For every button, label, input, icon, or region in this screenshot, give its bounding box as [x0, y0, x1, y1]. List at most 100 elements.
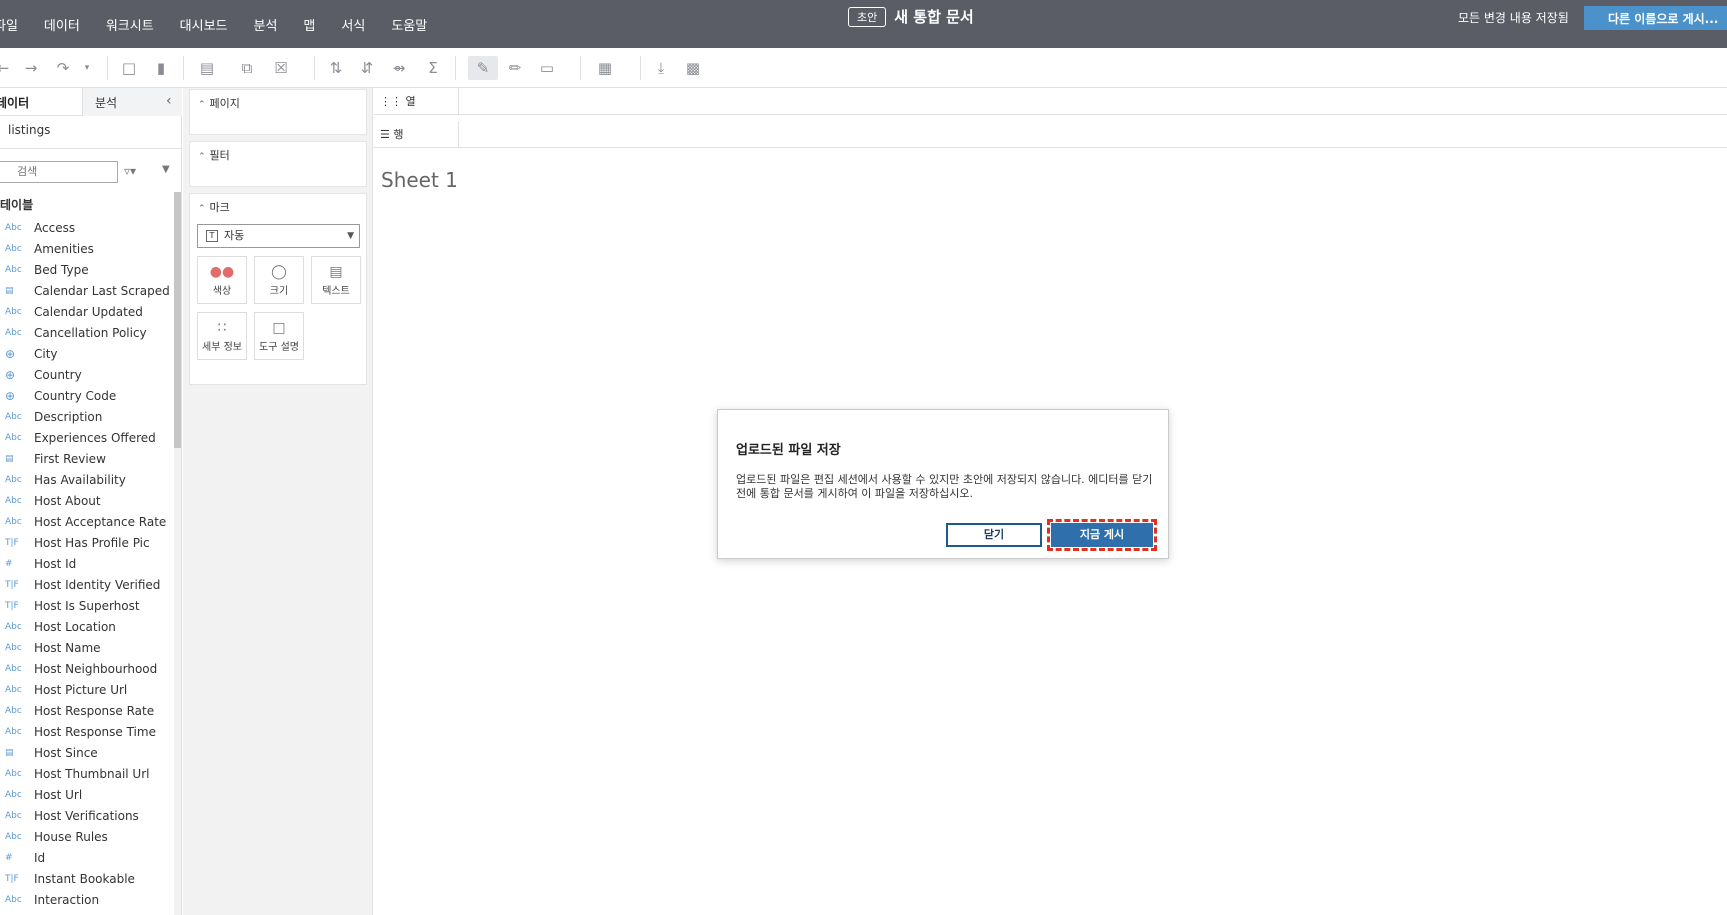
show-me-icon[interactable]: ▦: [596, 60, 614, 76]
field-item[interactable]: Abc Host Url: [0, 784, 172, 805]
mark-detail-button[interactable]: ∷ 세부 정보: [197, 312, 247, 360]
menu-help[interactable]: 도움말: [378, 15, 440, 34]
field-item[interactable]: T|F Instant Bookable: [0, 868, 172, 889]
annotate-icon[interactable]: ✏: [506, 60, 524, 76]
field-item[interactable]: Abc Host Response Time: [0, 721, 172, 742]
field-item[interactable]: Abc Bed Type: [0, 259, 172, 280]
field-item[interactable]: T|F Host Is Superhost: [0, 595, 172, 616]
toolbar-separator: [107, 56, 108, 80]
duplicate-sheet-icon[interactable]: ⧉: [238, 60, 256, 76]
field-item[interactable]: Abc Has Availability: [0, 469, 172, 490]
field-item[interactable]: Abc Description: [0, 406, 172, 427]
datasource-name[interactable]: listings: [8, 123, 50, 137]
field-item[interactable]: Abc Host Verifications: [0, 805, 172, 826]
field-item[interactable]: Abc Host Neighbourhood: [0, 658, 172, 679]
mark-text-label: 텍스트: [322, 286, 350, 297]
field-item[interactable]: Abc Calendar Updated: [0, 301, 172, 322]
mark-type-select[interactable]: T 자동 ▼: [197, 224, 360, 248]
document-title[interactable]: 새 통합 문서: [894, 6, 973, 27]
new-datasource-icon[interactable]: □: [120, 60, 138, 76]
globe-icon: ⊕: [5, 346, 16, 361]
menu-dashboard[interactable]: 대시보드: [167, 15, 241, 34]
highlight-icon[interactable]: ✎: [468, 56, 498, 80]
sort-descending-icon[interactable]: ⇴: [390, 60, 408, 76]
new-worksheet-icon[interactable]: ▤: [198, 60, 216, 76]
field-item[interactable]: Abc Host Thumbnail Url: [0, 763, 172, 784]
field-item[interactable]: Abc Host Response Rate: [0, 700, 172, 721]
chevron-up-icon[interactable]: ⌃: [198, 204, 206, 214]
filters-title: 필터: [209, 149, 230, 162]
mark-color-button[interactable]: ●● 색상: [197, 256, 247, 304]
close-button[interactable]: 닫기: [946, 523, 1042, 547]
publish-as-button[interactable]: 다른 이름으로 게시...: [1584, 6, 1727, 30]
field-name: Host Name: [34, 640, 101, 655]
mark-size-button[interactable]: ◯ 크기: [254, 256, 304, 304]
field-name: Bed Type: [34, 262, 89, 277]
pause-updates-icon[interactable]: ▮: [152, 60, 170, 76]
collapse-pane-icon[interactable]: ‹: [166, 93, 172, 109]
mark-color-label: 색상: [212, 286, 232, 297]
menu-data[interactable]: 데이터: [31, 15, 93, 34]
undo-icon[interactable]: ←: [0, 60, 12, 76]
field-item[interactable]: ▤ Host Since: [0, 742, 172, 763]
field-type-icon: Abc: [5, 705, 22, 716]
field-item[interactable]: Abc Experiences Offered: [0, 427, 172, 448]
menu-worksheet[interactable]: 워크시트: [93, 15, 167, 34]
field-item[interactable]: T|F Host Identity Verified: [0, 574, 172, 595]
menu-map[interactable]: 맵: [290, 15, 328, 34]
swap-icon[interactable]: ⇅: [327, 60, 345, 76]
sheet-title[interactable]: Sheet 1: [381, 168, 458, 192]
chevron-up-icon[interactable]: ⌃: [198, 100, 206, 110]
field-item[interactable]: Abc Access: [0, 217, 172, 238]
field-item[interactable]: Abc Host Name: [0, 637, 172, 658]
publish-now-button[interactable]: 지금 게시: [1047, 519, 1157, 551]
field-type-icon: Abc: [5, 810, 22, 821]
field-item[interactable]: Abc Interaction: [0, 889, 172, 910]
rows-drop-zone[interactable]: [458, 121, 1727, 148]
filters-card[interactable]: ⌃ 필터: [189, 141, 367, 187]
clear-sheet-icon[interactable]: ☒: [272, 60, 290, 76]
field-name: Host Location: [34, 619, 116, 634]
field-item[interactable]: Abc Amenities: [0, 238, 172, 259]
chevron-down-icon[interactable]: ▼: [162, 164, 170, 175]
field-item[interactable]: ⊕ City: [0, 343, 172, 364]
chevron-down-icon[interactable]: ▾: [78, 60, 96, 76]
fit-icon[interactable]: ▭: [538, 60, 556, 76]
filter-icon[interactable]: ▿▾: [124, 164, 136, 178]
menu-format[interactable]: 서식: [328, 15, 378, 34]
field-item[interactable]: ⊕ Country Code: [0, 385, 172, 406]
data-pane-tabs: 데이터 분석 ‹: [0, 88, 182, 116]
field-item[interactable]: Abc Cancellation Policy: [0, 322, 172, 343]
field-item[interactable]: # Id: [0, 847, 172, 868]
mark-tooltip-button[interactable]: □ 도구 설명: [254, 312, 304, 360]
field-item[interactable]: ⊕ Country: [0, 364, 172, 385]
field-item[interactable]: ▤ Calendar Last Scraped: [0, 280, 172, 301]
field-item[interactable]: Abc Host About: [0, 490, 172, 511]
scrollbar-thumb[interactable]: [174, 192, 181, 448]
field-item[interactable]: ▤ First Review: [0, 448, 172, 469]
download-icon[interactable]: ⤓: [652, 60, 670, 76]
menu-analysis[interactable]: 분석: [241, 15, 291, 34]
field-name: Instant Bookable: [34, 871, 135, 886]
field-item[interactable]: # Host Id: [0, 553, 172, 574]
field-item[interactable]: Abc Host Location: [0, 616, 172, 637]
tab-data[interactable]: 데이터: [0, 94, 29, 111]
field-type-icon: Abc: [5, 789, 22, 800]
search-input[interactable]: [0, 161, 118, 183]
field-item[interactable]: Abc Host Acceptance Rate: [0, 511, 172, 532]
field-type-icon: Abc: [5, 306, 22, 317]
columns-drop-zone[interactable]: [458, 88, 1727, 115]
mark-text-button[interactable]: ▤ 텍스트: [311, 256, 361, 304]
field-item[interactable]: T|F Host Has Profile Pic: [0, 532, 172, 553]
redo-icon[interactable]: →: [22, 60, 40, 76]
tab-analysis[interactable]: 분석: [95, 94, 117, 111]
chevron-up-icon[interactable]: ⌃: [198, 152, 206, 162]
field-item[interactable]: Abc House Rules: [0, 826, 172, 847]
pages-card[interactable]: ⌃ 페이지: [189, 89, 367, 135]
sum-icon[interactable]: Σ: [424, 60, 442, 76]
replay-icon[interactable]: ↷: [54, 60, 72, 76]
field-item[interactable]: Abc Host Picture Url: [0, 679, 172, 700]
sort-ascending-icon[interactable]: ⇵: [358, 60, 376, 76]
present-icon[interactable]: ▩: [684, 60, 702, 76]
menu-file[interactable]: 파일: [0, 15, 31, 34]
